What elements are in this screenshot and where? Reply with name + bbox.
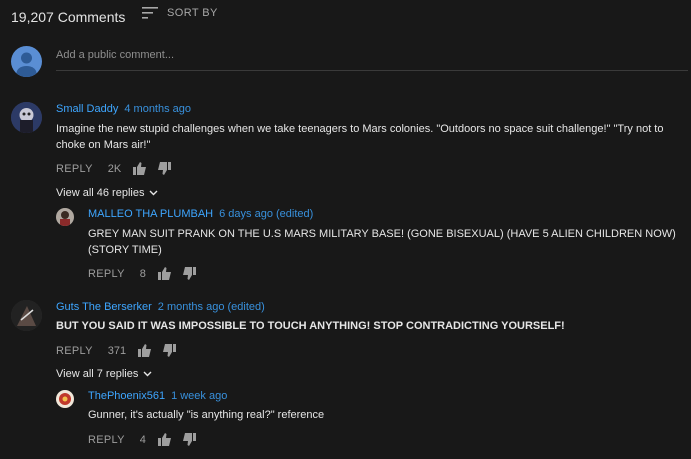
comment-time[interactable]: 4 months ago [124, 103, 191, 115]
reply-text: GREY MAN SUIT PRANK ON THE U.S MARS MILI… [88, 228, 676, 256]
like-count: 2K [107, 162, 122, 175]
like-count: 371 [107, 344, 127, 357]
comment-actions: REPLY 371 [56, 344, 177, 357]
reply-actions: REPLY 8 [88, 267, 196, 280]
view-replies-button[interactable]: View all 7 replies [56, 368, 152, 380]
reply-text: Gunner, it's actually "is anything real?… [88, 409, 325, 421]
commenter-avatar[interactable] [11, 300, 42, 331]
sort-by-button[interactable]: SORT BY [142, 7, 218, 19]
user-avatar [11, 46, 42, 77]
chevron-down-icon [149, 187, 158, 199]
view-replies-label: View all 7 replies [56, 368, 139, 380]
view-replies-button[interactable]: View all 46 replies [56, 187, 158, 199]
thumbs-down-icon[interactable] [182, 433, 196, 446]
reply-button[interactable]: REPLY [56, 163, 93, 175]
reply-header: MALLEO THA PLUMBAH 6 days ago (edited) [88, 208, 313, 220]
comment-header: Guts The Berserker 2 months ago (edited) [56, 301, 265, 313]
thumbs-down-icon[interactable] [182, 267, 196, 280]
comment-text: Imagine the new stupid challenges when w… [56, 123, 664, 151]
comment-text: BUT YOU SAID IT WAS IMPOSSIBLE TO TOUCH … [56, 320, 565, 332]
thumbs-up-icon[interactable] [138, 344, 152, 357]
reply-header: ThePhoenix561 1 week ago [88, 390, 227, 402]
thumbs-down-icon[interactable] [158, 162, 172, 175]
reply-button[interactable]: REPLY [56, 345, 93, 357]
chevron-down-icon [143, 368, 152, 380]
reply-avatar[interactable] [56, 390, 74, 408]
comment-count: 19,207 Comments [11, 9, 126, 25]
commenter-avatar[interactable] [11, 102, 42, 133]
author-name[interactable]: Guts The Berserker [56, 301, 152, 313]
thumbs-up-icon[interactable] [133, 162, 147, 175]
add-comment-row: Add a public comment... [11, 46, 691, 78]
comment-header: Small Daddy 4 months ago [56, 103, 191, 115]
sort-icon [142, 7, 158, 19]
thumbs-down-icon[interactable] [163, 344, 177, 357]
sort-label: SORT BY [167, 7, 218, 19]
comment-time[interactable]: 2 months ago (edited) [158, 301, 265, 313]
view-replies-label: View all 46 replies [56, 187, 145, 199]
like-count: 8 [139, 267, 146, 280]
reply-time[interactable]: 1 week ago [171, 390, 227, 402]
reply-button[interactable]: REPLY [88, 268, 125, 280]
thumbs-up-icon[interactable] [157, 433, 171, 446]
like-count: 4 [139, 433, 146, 446]
reply-time[interactable]: 6 days ago (edited) [219, 208, 313, 220]
reply-avatar[interactable] [56, 208, 74, 226]
comments-section: 19,207 Comments SORT BY Add a public com… [0, 0, 691, 459]
add-comment-input[interactable]: Add a public comment... [56, 48, 688, 71]
reply-author-name[interactable]: MALLEO THA PLUMBAH [88, 208, 213, 220]
thumbs-up-icon[interactable] [157, 267, 171, 280]
reply-author-name[interactable]: ThePhoenix561 [88, 390, 165, 402]
author-name[interactable]: Small Daddy [56, 103, 118, 115]
reply-button[interactable]: REPLY [88, 434, 125, 446]
reply-actions: REPLY 4 [88, 433, 196, 446]
comment-actions: REPLY 2K [56, 162, 172, 175]
